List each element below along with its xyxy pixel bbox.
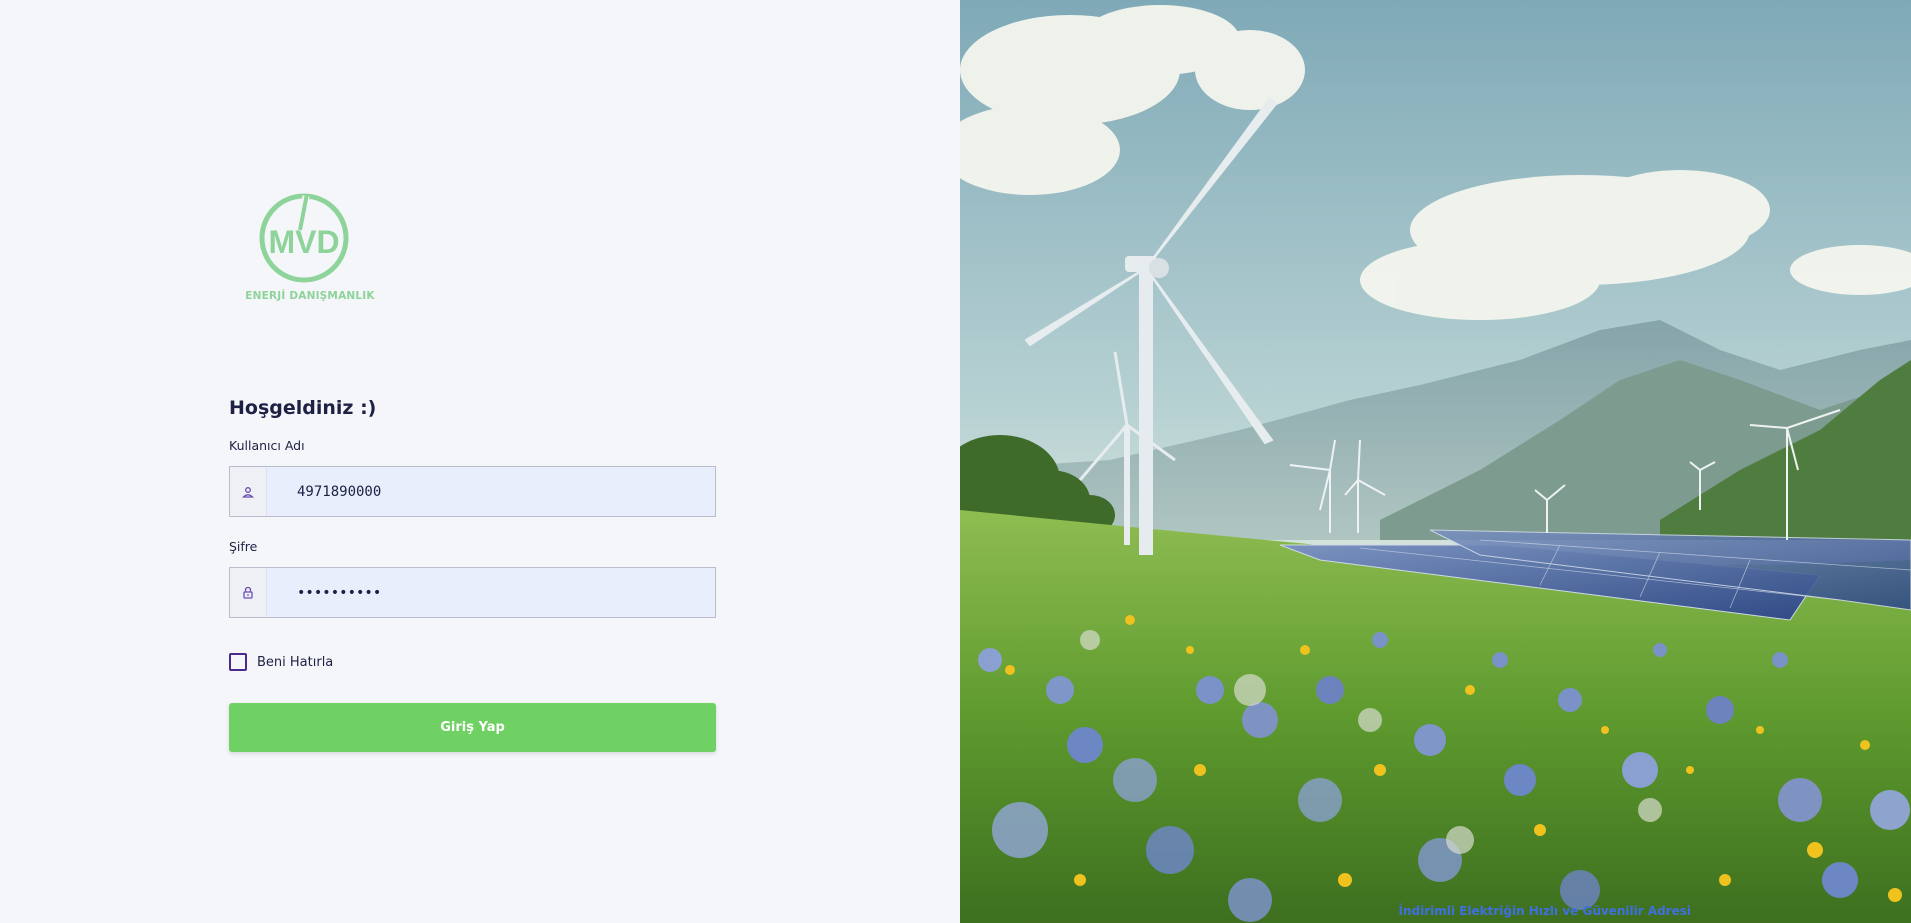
- logo-subtitle: ENERJİ DANIŞMANLIK: [245, 290, 375, 302]
- username-label: Kullanıcı Adı: [229, 438, 305, 453]
- lock-icon: [230, 568, 267, 617]
- remember-checkbox[interactable]: [229, 653, 247, 671]
- login-page: MVD ENERJİ DANIŞMANLIK Hoşgeldiniz :) Ku…: [0, 0, 1911, 923]
- password-input[interactable]: [267, 568, 715, 617]
- login-button[interactable]: Giriş Yap: [229, 703, 716, 752]
- password-label: Şifre: [229, 539, 258, 554]
- username-field-group: [229, 466, 716, 517]
- user-icon: [230, 467, 267, 516]
- logo-icon: MVD: [259, 193, 349, 283]
- login-panel: MVD ENERJİ DANIŞMANLIK Hoşgeldiniz :) Ku…: [0, 0, 960, 923]
- login-form: Hoşgeldiniz :) Kullanıcı Adı Şifre: [229, 392, 716, 752]
- hero-tagline: İndirimli Elektriğin Hızlı ve Güvenilir …: [1398, 904, 1691, 918]
- remember-me[interactable]: Beni Hatırla: [229, 652, 716, 672]
- brand-logo: MVD ENERJİ DANIŞMANLIK: [244, 190, 376, 310]
- password-field-group: [229, 567, 716, 618]
- remember-label: Beni Hatırla: [257, 654, 334, 670]
- username-input[interactable]: [267, 467, 715, 516]
- welcome-title: Hoşgeldiniz :): [229, 397, 377, 419]
- hero-image: İndirimli Elektriğin Hızlı ve Güvenilir …: [960, 0, 1911, 923]
- wind-solar-landscape-image: [960, 0, 1911, 923]
- logo-text: MVD: [268, 224, 339, 260]
